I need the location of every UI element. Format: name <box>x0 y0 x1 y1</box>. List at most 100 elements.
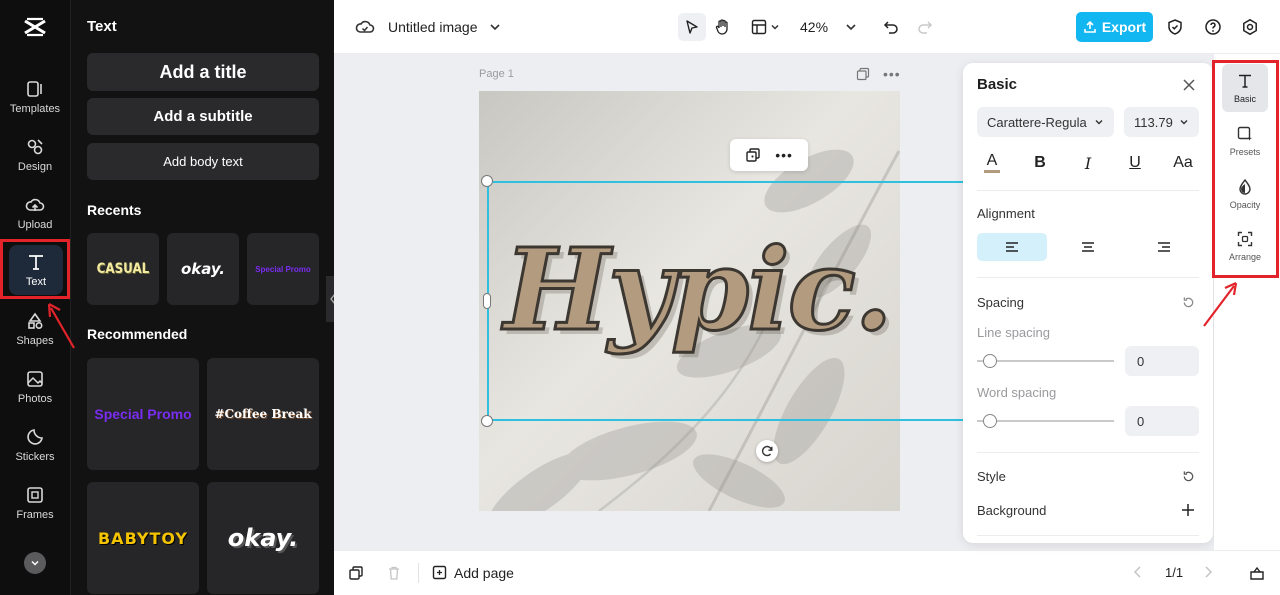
duplicate-icon[interactable] <box>745 147 761 163</box>
bold-button[interactable]: B <box>1028 151 1052 175</box>
word-spacing-label: Word spacing <box>977 385 1057 400</box>
resize-handle-bottom-left[interactable] <box>481 415 493 427</box>
word-spacing-input[interactable]: 0 <box>1125 406 1199 436</box>
undo-icon[interactable] <box>880 16 902 38</box>
annotation-arrow-left <box>47 303 75 349</box>
italic-button[interactable]: I <box>1076 151 1100 175</box>
add-title-button[interactable]: Add a title <box>87 53 319 91</box>
next-page-icon[interactable] <box>1202 565 1214 579</box>
recommended-template-okay[interactable]: okay. <box>207 482 319 594</box>
frames-icon <box>25 485 45 505</box>
rail-item-upload[interactable]: Upload <box>0 186 70 240</box>
reset-spacing-icon[interactable] <box>1182 296 1195 309</box>
chevron-down-icon[interactable] <box>768 16 782 38</box>
recommended-template-coffee-break[interactable]: #Coffee Break <box>207 358 319 470</box>
add-background-icon[interactable] <box>1181 503 1195 517</box>
recommended-template-babytoy[interactable]: BABYTOY <box>87 482 199 594</box>
chevron-down-icon <box>1094 117 1104 127</box>
text-color-icon: A <box>986 152 998 169</box>
layout-icon[interactable] <box>748 16 770 38</box>
redo-icon[interactable] <box>914 16 936 38</box>
settings-gear-icon[interactable] <box>1239 16 1261 38</box>
slider-knob[interactable] <box>983 354 997 368</box>
export-button[interactable]: Export <box>1076 12 1153 42</box>
previous-page-icon[interactable] <box>1132 565 1144 579</box>
color-swatch <box>984 170 1000 173</box>
rotate-handle-icon[interactable] <box>756 440 778 462</box>
more-options-icon[interactable]: ••• <box>775 147 793 163</box>
templates-icon <box>25 79 45 99</box>
align-left-icon <box>1004 240 1020 254</box>
resize-handle-top-left[interactable] <box>481 175 493 187</box>
divider <box>977 452 1199 453</box>
underline-button[interactable]: U <box>1123 151 1147 175</box>
rail-item-frames[interactable]: Frames <box>0 476 70 530</box>
annotation-arrow-right <box>1203 281 1238 327</box>
resize-handle-left[interactable] <box>483 293 491 309</box>
add-body-text-button[interactable]: Add body text <box>87 143 319 180</box>
divider <box>977 190 1199 191</box>
highlight-box-text-tool <box>0 239 70 299</box>
highlight-box-property-tabs <box>1212 60 1279 278</box>
shield-icon[interactable] <box>1164 16 1186 38</box>
template-preview-text: CASUAL <box>96 261 150 277</box>
upload-cloud-icon <box>25 195 45 215</box>
close-icon[interactable] <box>1182 78 1196 92</box>
recommended-template-special-promo[interactable]: Special Promo <box>87 358 199 470</box>
spacing-title: Spacing <box>977 295 1024 310</box>
select-pointer-icon[interactable] <box>678 13 706 41</box>
line-spacing-input[interactable]: 0 <box>1125 346 1199 376</box>
rail-item-stickers[interactable]: Stickers <box>0 418 70 472</box>
chevron-down-icon[interactable] <box>484 16 506 38</box>
add-page-button[interactable]: Add page <box>454 565 514 581</box>
trash-icon[interactable] <box>386 565 402 581</box>
align-center-icon <box>1080 240 1096 254</box>
add-page-icon[interactable] <box>432 565 449 582</box>
rail-item-design[interactable]: Design <box>0 128 70 182</box>
chevron-down-icon[interactable] <box>840 16 862 38</box>
element-floating-toolbar: ••• <box>730 139 808 171</box>
recent-template-casual[interactable]: CASUAL <box>87 233 159 305</box>
align-center-button[interactable] <box>1053 233 1123 261</box>
text-properties-panel: Basic Carattere-Regula 113.79 A B I U Aa… <box>963 63 1213 543</box>
font-family-select[interactable]: Carattere-Regula <box>977 107 1114 137</box>
align-right-button[interactable] <box>1129 233 1199 261</box>
duplicate-page-icon[interactable] <box>348 565 364 581</box>
rail-label: Photos <box>17 393 53 405</box>
cloud-save-icon[interactable] <box>354 16 376 38</box>
recent-template-okay[interactable]: okay. <box>167 233 239 305</box>
chevron-down-icon <box>30 558 40 568</box>
reset-style-icon[interactable] <box>1182 470 1195 483</box>
word-spacing-slider[interactable] <box>977 414 1114 428</box>
line-spacing-slider[interactable] <box>977 354 1114 368</box>
zoom-level[interactable]: 42% <box>800 19 828 35</box>
help-icon[interactable] <box>1202 16 1224 38</box>
hand-pan-icon[interactable] <box>712 16 734 38</box>
background-label: Background <box>977 503 1047 518</box>
add-subtitle-button[interactable]: Add a subtitle <box>87 98 319 135</box>
page-counter: 1/1 <box>1165 565 1184 580</box>
capcut-logo-icon[interactable] <box>22 14 48 40</box>
recommended-title: Recommended <box>87 326 188 342</box>
document-title[interactable]: Untitled image <box>388 19 478 35</box>
rail-item-templates[interactable]: Templates <box>0 70 70 124</box>
align-left-button[interactable] <box>977 233 1047 261</box>
alignment-title: Alignment <box>977 206 1035 221</box>
text-case-button[interactable]: Aa <box>1171 151 1195 175</box>
template-preview-text: #Coffee Break <box>214 407 312 421</box>
slider-knob[interactable] <box>983 414 997 428</box>
font-family-value: Carattere-Regula <box>987 114 1087 130</box>
divider <box>977 535 1199 536</box>
top-bar: Untitled image 42% Export <box>334 0 1280 54</box>
duplicate-page-icon[interactable] <box>856 67 870 81</box>
align-right-icon <box>1156 240 1172 254</box>
rail-item-photos[interactable]: Photos <box>0 360 70 414</box>
text-color-button[interactable]: A <box>980 151 1004 175</box>
recent-template-special-promo[interactable]: Special Promo <box>247 233 319 305</box>
page-label: Page 1 <box>479 68 514 80</box>
font-size-select[interactable]: 113.79 <box>1124 107 1199 137</box>
recents-title: Recents <box>87 202 142 218</box>
rail-more-button[interactable] <box>24 552 46 574</box>
page-manager-icon[interactable] <box>1248 564 1266 582</box>
page-more-icon[interactable]: ••• <box>883 66 901 82</box>
